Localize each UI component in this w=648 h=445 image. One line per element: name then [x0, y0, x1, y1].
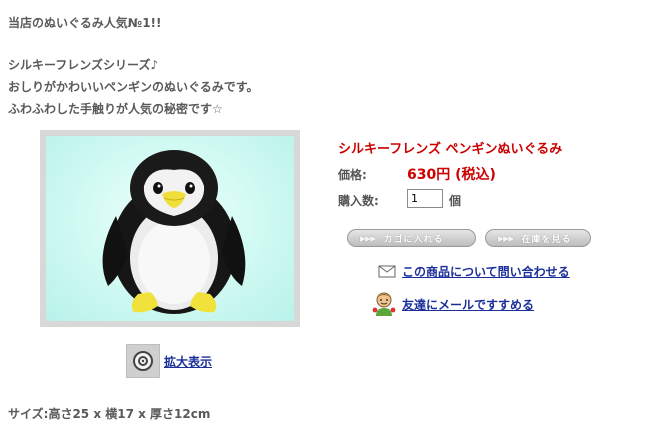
size-info: サイズ:高さ25 x 横17 x 厚さ12cm	[8, 407, 211, 421]
zoom-control: 拡大表示	[126, 344, 212, 378]
magnifier-icon[interactable]	[126, 344, 160, 378]
view-stock-label: 在庫を見る	[521, 234, 572, 245]
product-name: シルキーフレンズ ペンギンぬいぐるみ	[338, 142, 563, 157]
inquiry-link[interactable]: この商品について問い合わせる	[402, 263, 570, 280]
quantity-label: 購入数:	[338, 194, 379, 208]
add-to-cart-button[interactable]: ▶▶▶ カゴに入れる	[347, 229, 476, 247]
intro-description: おしりがかわいいペンギンのぬいぐるみです。	[8, 80, 259, 94]
zoom-link[interactable]: 拡大表示	[164, 353, 212, 370]
intro-tagline: ふわふわした手触りが人気の秘密です☆	[8, 102, 223, 116]
recommend-row: 友達にメールですすめる	[372, 291, 534, 317]
price-value: 630円 (税込)	[407, 167, 496, 183]
view-stock-button[interactable]: ▶▶▶ 在庫を見る	[485, 229, 591, 247]
intro-headline: 当店のぬいぐるみ人気№1!!	[8, 16, 162, 30]
price-label: 価格:	[338, 168, 367, 182]
product-photo[interactable]	[46, 136, 294, 321]
quantity-unit: 個	[449, 194, 462, 208]
arrow-icon: ▶▶▶	[498, 233, 515, 243]
arrow-icon: ▶▶▶	[360, 233, 377, 243]
add-to-cart-label: カゴに入れる	[383, 234, 444, 245]
recommend-link[interactable]: 友達にメールですすめる	[402, 296, 534, 313]
envelope-icon	[378, 265, 396, 278]
product-photo-frame	[40, 130, 300, 327]
product-intro: 当店のぬいぐるみ人気№1!! シルキーフレンズシリーズ♪ おしりがかわいいペンギ…	[8, 12, 259, 120]
intro-series: シルキーフレンズシリーズ♪	[8, 58, 159, 72]
quantity-input[interactable]	[407, 189, 443, 208]
penguin-plush-image	[102, 150, 246, 314]
friend-icon	[372, 292, 396, 316]
inquiry-row: この商品について問い合わせる	[378, 263, 570, 280]
